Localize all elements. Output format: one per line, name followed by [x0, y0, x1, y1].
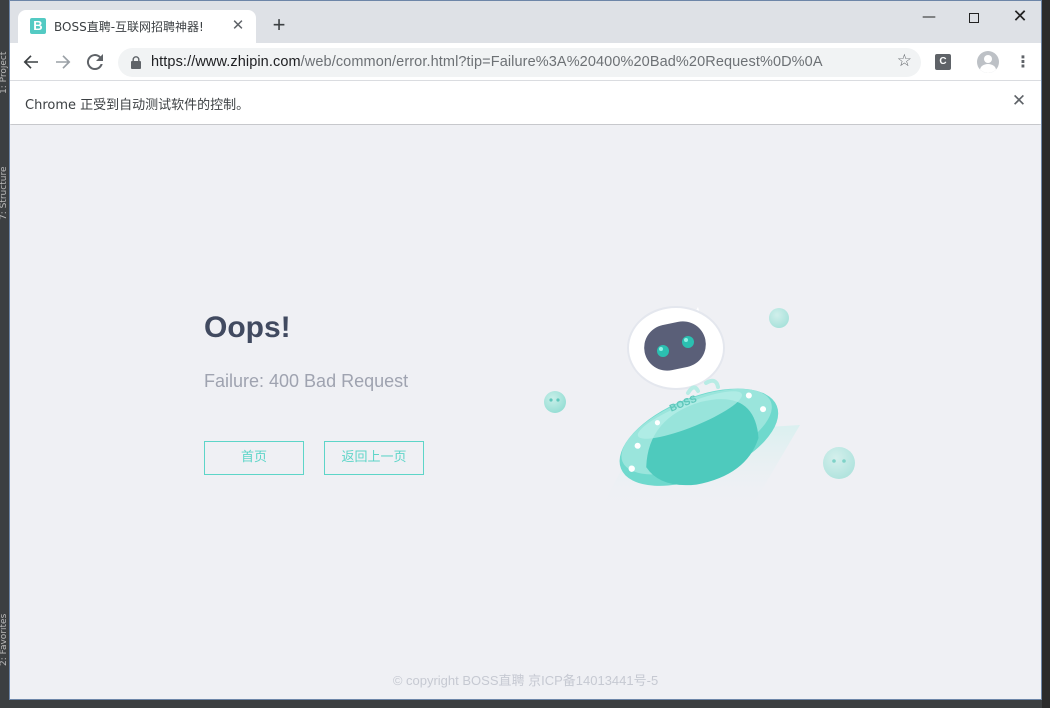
back-arrow-icon[interactable] — [19, 50, 43, 74]
automation-infobar: Chrome 正受到自动测试软件的控制。 ✕ — [10, 80, 1041, 124]
page-title: Oops! — [204, 311, 291, 344]
tab-boss[interactable]: B BOSS直聘-互联网招聘神器! ✕ — [18, 10, 256, 43]
url-host: https://www.zhipin.com — [151, 54, 301, 70]
home-button[interactable]: 首页 — [204, 441, 304, 475]
new-tab-icon[interactable]: + — [268, 14, 290, 36]
ide-project-tab[interactable]: 1: Project — [0, 2, 9, 94]
infobar-text: Chrome 正受到自动测试软件的控制。 — [25, 98, 250, 113]
more-menu-icon[interactable]: ⋮ — [1015, 51, 1031, 73]
error-page: Oops! Failure: 400 Bad Request 首页 返回上一页 — [10, 125, 1041, 699]
tab-title: BOSS直聘-互联网招聘神器! — [54, 20, 204, 34]
reload-icon[interactable] — [83, 50, 107, 74]
tab-strip: B BOSS直聘-互联网招聘神器! ✕ + — ✕ — [10, 1, 1041, 43]
ide-left-toolwindow-bar: 1: Project 7: Structure 2: Favorites — [0, 0, 9, 708]
robot-ufo-illustration: BOSS — [544, 306, 855, 510]
address-bar[interactable]: https://www.zhipin.com/web/common/error.… — [118, 48, 921, 77]
forward-arrow-icon[interactable] — [51, 50, 75, 74]
lock-icon[interactable] — [131, 56, 141, 69]
url-path: /web/common/error.html?tip=Failure%3A%20… — [300, 54, 823, 70]
ide-favorites-tab[interactable]: 2: Favorites — [0, 586, 9, 666]
error-message: Failure: 400 Bad Request — [204, 371, 409, 391]
go-back-button[interactable]: 返回上一页 — [324, 441, 424, 475]
tab-close-icon[interactable]: ✕ — [229, 16, 247, 34]
infobar-close-icon[interactable]: ✕ — [1008, 90, 1030, 112]
window-close-icon[interactable]: ✕ — [997, 4, 1041, 30]
copyright-footer: © copyright BOSS直聘 京ICP备14013441号-5 — [392, 673, 659, 688]
browser-toolbar: https://www.zhipin.com/web/common/error.… — [10, 43, 1041, 80]
maximize-icon[interactable] — [951, 4, 997, 30]
ide-structure-tab[interactable]: 7: Structure — [0, 140, 9, 221]
favicon-icon: B — [30, 18, 46, 34]
minimize-icon[interactable]: — — [906, 4, 952, 30]
ide-right-edge — [1042, 0, 1050, 708]
profile-avatar-icon[interactable] — [977, 51, 999, 73]
extension-icon[interactable]: C — [935, 54, 951, 70]
url-text: https://www.zhipin.com/web/common/error.… — [151, 54, 823, 70]
bookmark-star-icon[interactable]: ☆ — [897, 51, 912, 71]
chrome-window: B BOSS直聘-互联网招聘神器! ✕ + — ✕ https://www.zh… — [9, 0, 1042, 700]
